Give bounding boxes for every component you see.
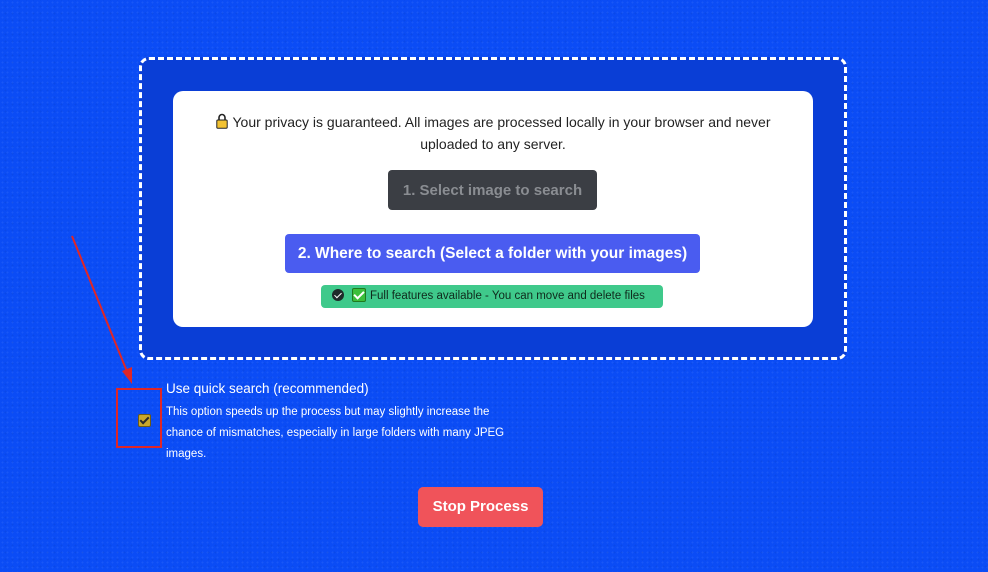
lock-icon (215, 113, 228, 129)
check-circle-icon (332, 289, 344, 301)
quick-search-description: This option speeds up the process but ma… (166, 406, 505, 460)
privacy-notice: Your privacy is guaranteed. All images a… (193, 111, 793, 155)
stop-process-button[interactable]: Stop Process (418, 487, 543, 527)
quick-search-checkbox[interactable] (138, 414, 151, 427)
upload-card: Your privacy is guaranteed. All images a… (173, 91, 813, 327)
quick-search-label[interactable]: Use quick search (recommended) (166, 381, 369, 396)
features-status-badge: Full features available - You can move a… (321, 285, 663, 308)
where-to-search-button[interactable]: 2. Where to search (Select a folder with… (285, 234, 700, 273)
check-box-icon (352, 288, 366, 302)
features-text: Full features available - You can move a… (370, 290, 645, 302)
privacy-text: Your privacy is guaranteed. All images a… (232, 114, 771, 152)
select-image-button[interactable]: 1. Select image to search (388, 170, 597, 210)
annotation-arrow (71, 235, 132, 384)
